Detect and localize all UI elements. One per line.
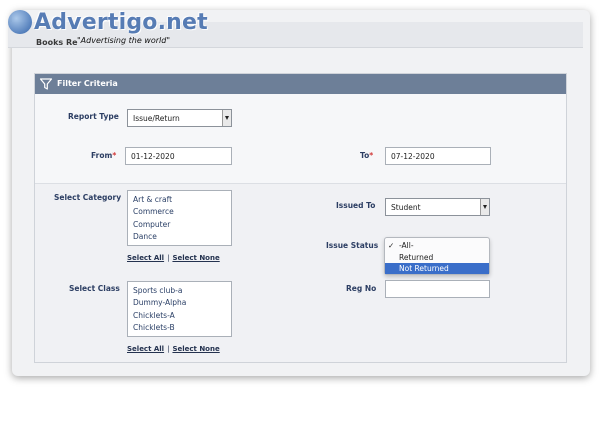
option-label: -All- xyxy=(399,241,414,250)
globe-icon xyxy=(8,10,32,34)
to-date-input[interactable]: 07-12-2020 xyxy=(385,147,491,165)
watermark-slogan: "Advertising the world" xyxy=(77,36,170,45)
class-select-none-link[interactable]: Select None xyxy=(172,345,219,353)
issue-status-label: Issue Status xyxy=(326,241,379,250)
reg-no-label: Reg No xyxy=(346,284,377,293)
category-select-links: Select All | Select None xyxy=(127,254,220,262)
chevron-down-icon xyxy=(222,110,231,126)
issue-status-option-returned[interactable]: Returned xyxy=(385,252,489,263)
filter-funnel-icon xyxy=(39,78,53,90)
link-separator: | xyxy=(167,345,170,353)
chevron-down-icon xyxy=(480,199,489,215)
to-label-text: To xyxy=(360,151,370,160)
list-item[interactable]: Dance xyxy=(133,231,231,243)
issued-to-label: Issued To xyxy=(336,201,376,210)
list-item[interactable]: Commerce xyxy=(133,206,231,218)
category-select-all-link[interactable]: Select All xyxy=(127,254,164,262)
list-item[interactable]: Art & craft xyxy=(133,194,231,206)
class-select-links: Select All | Select None xyxy=(127,345,220,353)
category-listbox[interactable]: Art & craft Commerce Computer Dance xyxy=(127,190,232,246)
from-date-input[interactable]: 01-12-2020 xyxy=(125,147,232,165)
filter-panel-header[interactable]: Filter Criteria xyxy=(35,74,566,94)
issued-to-select[interactable]: Student xyxy=(385,198,490,216)
issue-status-option-not-returned[interactable]: Not Returned xyxy=(385,263,489,274)
report-type-label: Report Type xyxy=(68,112,119,121)
date-range-section xyxy=(35,94,566,183)
list-item[interactable]: Chicklets-B xyxy=(133,322,231,334)
required-mark: * xyxy=(112,151,117,160)
select-category-label: Select Category xyxy=(54,193,122,202)
class-select-all-link[interactable]: Select All xyxy=(127,345,164,353)
class-listbox[interactable]: Sports club-a Dummy-Alpha Chicklets-A Ch… xyxy=(127,281,232,337)
checkmark-icon: ✓ xyxy=(388,241,395,250)
list-item[interactable]: Computer xyxy=(133,219,231,231)
from-label-text: From xyxy=(91,151,113,160)
reg-no-input[interactable] xyxy=(385,280,490,298)
report-type-select[interactable]: Issue/Return xyxy=(127,109,232,127)
issue-status-dropdown[interactable]: ✓ -All- Returned Not Returned xyxy=(384,237,490,275)
list-item[interactable]: Dummy-Alpha xyxy=(133,297,231,309)
to-label: To* xyxy=(360,151,373,160)
issued-to-value: Student xyxy=(391,203,421,212)
list-item[interactable]: Sports club-a xyxy=(133,285,231,297)
category-select-none-link[interactable]: Select None xyxy=(172,254,219,262)
from-label: From* xyxy=(91,151,116,160)
issue-status-option-all[interactable]: ✓ -All- xyxy=(385,240,489,251)
select-class-label: Select Class xyxy=(69,284,120,293)
filter-panel-title: Filter Criteria xyxy=(57,79,118,88)
report-type-value: Issue/Return xyxy=(133,114,180,123)
link-separator: | xyxy=(167,254,170,262)
list-item[interactable]: Chicklets-A xyxy=(133,310,231,322)
screenshot-stage: Books Re Advertigo.net "Advertising the … xyxy=(0,0,600,429)
watermark-brand: Advertigo.net xyxy=(34,10,208,35)
required-mark: * xyxy=(369,151,374,160)
